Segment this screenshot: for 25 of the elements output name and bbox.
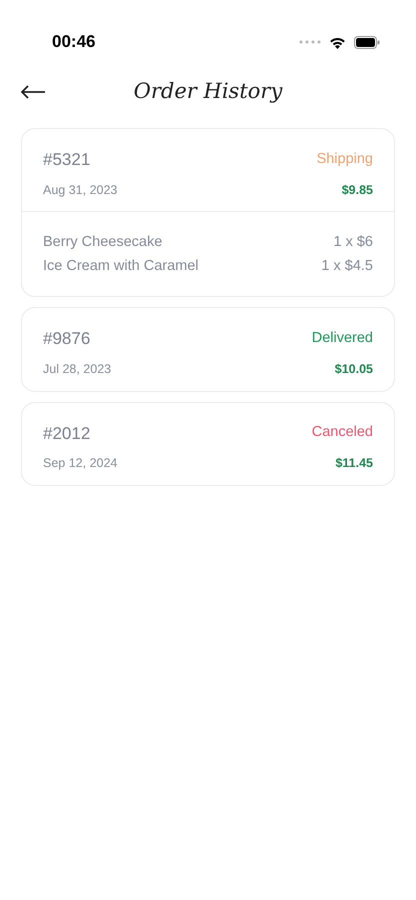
order-status: Canceled [312,423,373,442]
order-card[interactable]: #2012 Canceled Sep 12, 2024 $11.45 [21,402,395,486]
order-number: #9876 [43,328,90,350]
status-time: 00:46 [52,31,96,54]
signal-icon [299,40,321,44]
order-card[interactable]: #5321 Shipping Aug 31, 2023 $9.85 Berry Cheesecake 1 x $6 Ice Cream with Caramel 1 x $4.5 [21,128,395,298]
item-quantity-price: 1 x $6 [334,233,373,252]
item-quantity-price: 1 x $4.5 [321,257,373,276]
order-status: Delivered [312,329,373,348]
order-total: $10.05 [334,360,373,378]
order-number: #5321 [43,149,90,171]
order-total: $9.85 [342,182,373,198]
order-date: Sep 12, 2024 [43,455,118,472]
order-date: Jul 28, 2023 [43,360,112,378]
item-name: Ice Cream with Caramel [43,257,199,276]
order-status: Shipping [316,150,373,169]
page-title: Order History [134,78,282,106]
battery-icon [354,36,380,48]
wifi-icon [329,36,346,48]
order-card[interactable]: #9876 Delivered Jul 28, 2023 $10.05 [21,307,395,392]
order-total: $11.45 [335,455,373,472]
item-name: Berry Cheesecake [43,233,162,252]
order-number: #2012 [43,422,90,444]
back-arrow-icon[interactable] [20,85,46,99]
order-date: Aug 31, 2023 [43,182,118,199]
